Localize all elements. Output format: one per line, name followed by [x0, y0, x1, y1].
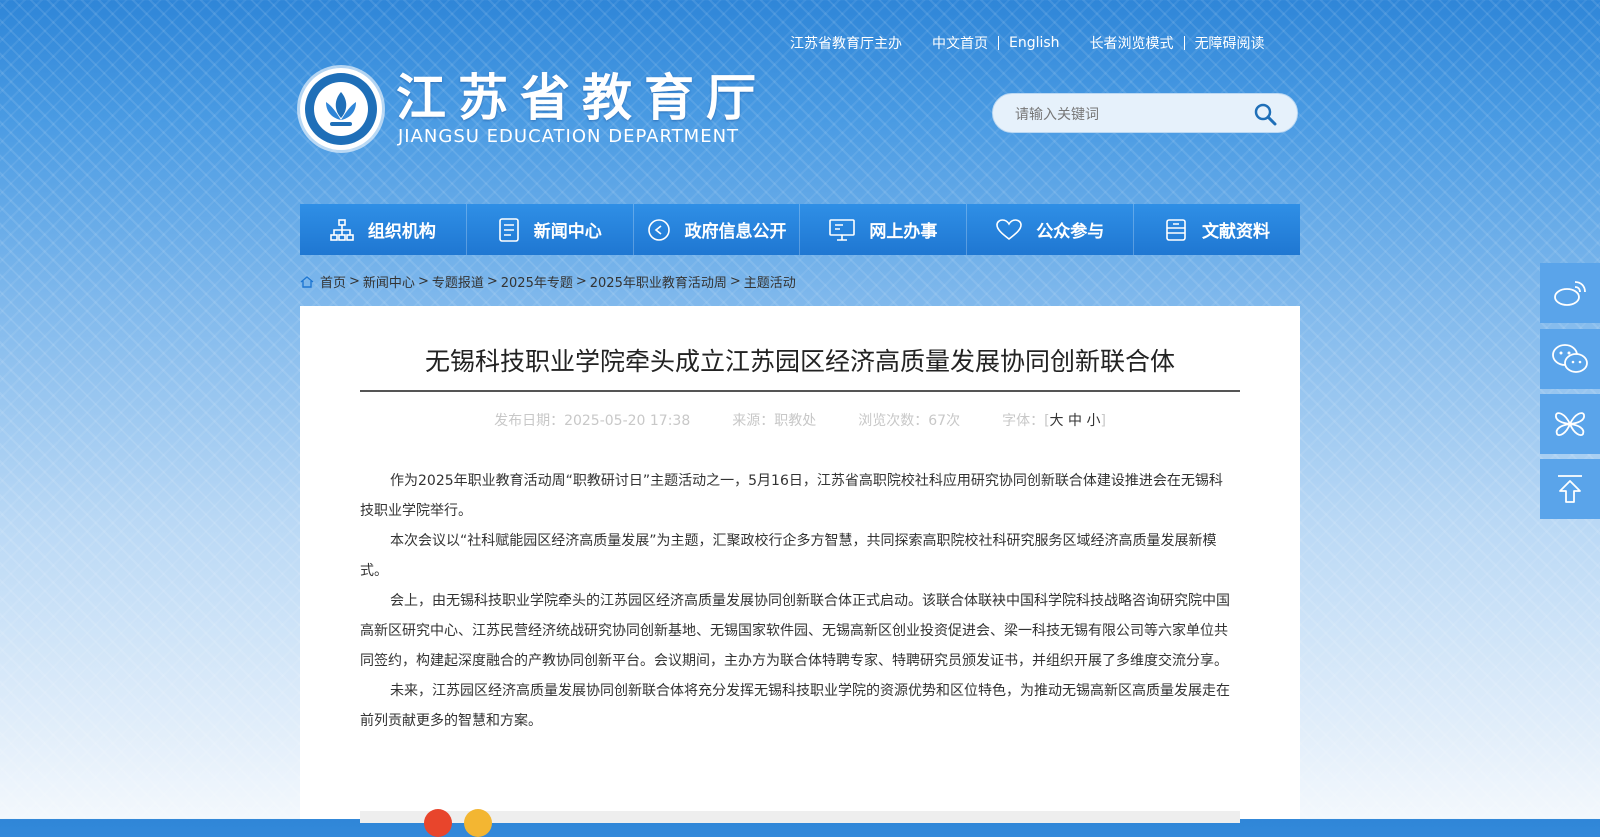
- font-medium-button[interactable]: 中: [1068, 413, 1082, 429]
- home-cn-link[interactable]: 中文首页: [932, 33, 988, 53]
- article-container: 无锡科技职业学院牵头成立江苏园区经济高质量发展协同创新联合体 发布日期：2025…: [300, 306, 1300, 837]
- nav-item-online-service[interactable]: 网上办事: [800, 204, 968, 255]
- site-logo[interactable]: [300, 68, 382, 150]
- nav-item-gov-info[interactable]: 政府信息公开: [634, 204, 801, 255]
- back-to-top-icon: [1558, 475, 1582, 503]
- article-meta: 发布日期：2025-05-20 17:38 来源：职教处 浏览次数：67次 字体…: [360, 410, 1240, 430]
- article-paragraph: 作为2025年职业教育活动周“职教研讨日”主题活动之一，5月16日，江苏省高职院…: [360, 473, 1223, 519]
- monitor-icon: [829, 218, 856, 241]
- info-open-icon: [647, 218, 670, 241]
- side-back-to-top-button[interactable]: [1540, 459, 1600, 519]
- share-weibo-icon[interactable]: [424, 809, 452, 837]
- top-links-bar: 江苏省教育厅主办 中文首页 English 长者浏览模式 无障碍阅读: [790, 33, 1265, 53]
- host-text: 江苏省教育厅主办: [790, 36, 902, 52]
- site-title: 江苏省教育厅: [396, 68, 768, 127]
- share-bar: [360, 809, 1240, 837]
- breadcrumb-link[interactable]: 首页: [320, 272, 346, 291]
- document-icon: [498, 217, 519, 242]
- article-paragraph: 未来，江苏园区经济高质量发展协同创新联合体将充分发挥无锡科技职业学院的资源优势和…: [360, 683, 1230, 729]
- breadcrumb-link[interactable]: 主题活动: [744, 272, 796, 291]
- accessible-reading-link[interactable]: 无障碍阅读: [1195, 33, 1265, 53]
- main-nav: 组织机构 新闻中心 政府信息公开 网上办事 公众参与 文献资料: [300, 204, 1300, 255]
- breadcrumb-link[interactable]: 2025年专题: [501, 272, 573, 291]
- nav-item-literature[interactable]: 文献资料: [1134, 204, 1300, 255]
- article-paragraph: 本次会议以“社科赋能园区经济高质量发展”为主题，汇聚政校行企多方智慧，共同探索高…: [360, 533, 1217, 579]
- home-icon: [300, 275, 314, 288]
- search-box: [992, 93, 1298, 133]
- font-large-button[interactable]: 大: [1050, 413, 1064, 429]
- article-paragraph: 会上，由无锡科技职业学院牵头的江苏园区经济高质量发展协同创新联合体正式启动。该联…: [360, 593, 1230, 669]
- english-link[interactable]: English: [1009, 35, 1060, 51]
- weibo-icon: [1554, 281, 1586, 306]
- breadcrumb-link[interactable]: 2025年职业教育活动周: [590, 272, 727, 291]
- breadcrumb-link[interactable]: 新闻中心: [363, 272, 415, 291]
- publish-date: 发布日期：2025-05-20 17:38: [494, 413, 691, 429]
- article-title: 无锡科技职业学院牵头成立江苏园区经济高质量发展协同创新联合体: [424, 347, 1175, 376]
- view-count: 浏览次数：67次: [858, 413, 961, 429]
- emblem-icon: [326, 92, 356, 126]
- wechat-icon: [1552, 344, 1588, 373]
- nav-item-news[interactable]: 新闻中心: [467, 204, 634, 255]
- nav-item-organization[interactable]: 组织机构: [300, 204, 467, 255]
- share-qzone-icon[interactable]: [464, 809, 492, 837]
- site-subtitle: JIANGSU EDUCATION DEPARTMENT: [398, 126, 740, 147]
- nav-label: 文献资料: [1202, 222, 1271, 242]
- breadcrumb-link[interactable]: 专题报道: [432, 272, 484, 291]
- side-wechat-button[interactable]: [1540, 329, 1600, 389]
- font-size-switch: 字体：[大 中 小]: [1002, 413, 1106, 429]
- search-icon[interactable]: [1253, 102, 1277, 126]
- title-divider: [360, 390, 1240, 392]
- elder-mode-link[interactable]: 长者浏览模式: [1090, 33, 1174, 53]
- nav-item-public-participation[interactable]: 公众参与: [967, 204, 1135, 255]
- search-input[interactable]: [1013, 103, 1257, 127]
- nav-label: 公众参与: [1036, 222, 1105, 242]
- article-body: 作为2025年职业教育活动周“职教研讨日”主题活动之一，5月16日，江苏省高职院…: [360, 466, 1232, 736]
- heart-icon: [996, 218, 1023, 240]
- side-butterfly-button[interactable]: [1540, 394, 1600, 454]
- side-weibo-button[interactable]: [1540, 263, 1600, 323]
- divider: [1183, 36, 1185, 50]
- breadcrumb: 首页 > 新闻中心 > 专题报道 > 2025年专题 > 2025年职业教育活动周 > 主…: [300, 272, 796, 291]
- font-small-button[interactable]: 小: [1086, 413, 1100, 429]
- nav-label: 网上办事: [869, 222, 938, 242]
- butterfly-icon: [1555, 412, 1585, 436]
- nav-label: 政府信息公开: [684, 222, 787, 242]
- nav-label: 组织机构: [367, 222, 436, 242]
- divider: [998, 36, 999, 50]
- org-chart-icon: [330, 218, 354, 241]
- nav-label: 新闻中心: [533, 222, 602, 242]
- article-source: 来源：职教处: [732, 413, 817, 429]
- archive-icon: [1166, 218, 1186, 241]
